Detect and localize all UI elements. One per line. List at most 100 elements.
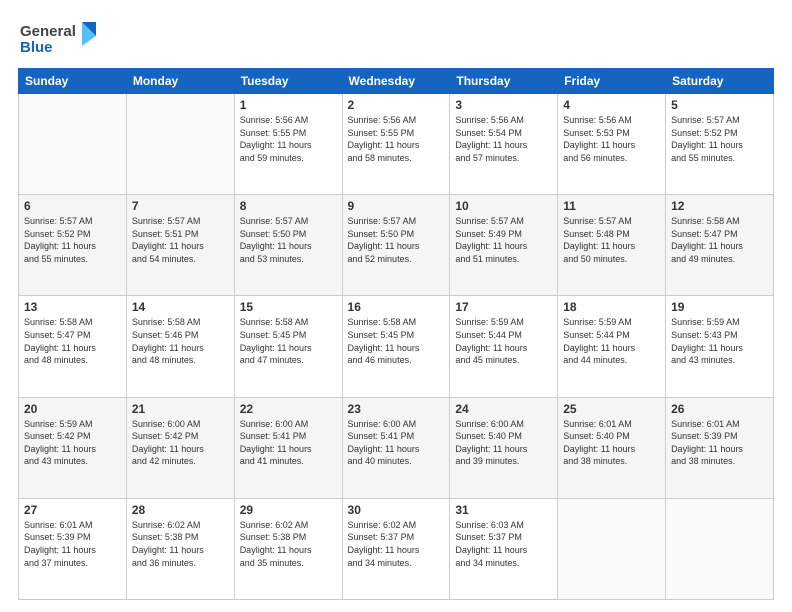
- logo: GeneralBlue: [18, 18, 98, 58]
- day-cell: 22 Sunrise: 6:00 AM Sunset: 5:41 PM Dayli…: [234, 397, 342, 498]
- day-number: 17: [455, 300, 552, 314]
- day-info: Sunrise: 5:57 AM Sunset: 5:50 PM Dayligh…: [348, 215, 445, 265]
- day-cell: 29 Sunrise: 6:02 AM Sunset: 5:38 PM Dayli…: [234, 498, 342, 599]
- day-cell: 26Sunrise: 6:01 AM Sunset: 5:39 PM Dayli…: [666, 397, 774, 498]
- day-info: Sunrise: 5:57 AM Sunset: 5:49 PM Dayligh…: [455, 215, 552, 265]
- day-number: 20: [24, 402, 121, 416]
- day-number: 5: [671, 98, 768, 112]
- week-row-1: 6 Sunrise: 5:57 AM Sunset: 5:52 PM Daylig…: [19, 195, 774, 296]
- day-cell: 17 Sunrise: 5:59 AM Sunset: 5:44 PM Dayli…: [450, 296, 558, 397]
- day-cell: 10 Sunrise: 5:57 AM Sunset: 5:49 PM Dayli…: [450, 195, 558, 296]
- day-cell: 4 Sunrise: 5:56 AM Sunset: 5:53 PM Daylig…: [558, 94, 666, 195]
- col-header-friday: Friday: [558, 69, 666, 94]
- day-number: 23: [348, 402, 445, 416]
- day-info: Sunrise: 6:01 AM Sunset: 5:39 PM Dayligh…: [24, 519, 121, 569]
- day-cell: 9 Sunrise: 5:57 AM Sunset: 5:50 PM Daylig…: [342, 195, 450, 296]
- day-number: 27: [24, 503, 121, 517]
- day-info: Sunrise: 5:57 AM Sunset: 5:52 PM Dayligh…: [671, 114, 768, 164]
- day-number: 6: [24, 199, 121, 213]
- day-number: 26: [671, 402, 768, 416]
- logo-svg: GeneralBlue: [18, 18, 98, 58]
- day-info: Sunrise: 5:57 AM Sunset: 5:48 PM Dayligh…: [563, 215, 660, 265]
- day-cell: 20Sunrise: 5:59 AM Sunset: 5:42 PM Dayli…: [19, 397, 127, 498]
- day-number: 16: [348, 300, 445, 314]
- week-row-2: 13 Sunrise: 5:58 AM Sunset: 5:47 PM Dayli…: [19, 296, 774, 397]
- day-cell: 31Sunrise: 6:03 AM Sunset: 5:37 PM Dayli…: [450, 498, 558, 599]
- col-header-thursday: Thursday: [450, 69, 558, 94]
- day-number: 30: [348, 503, 445, 517]
- day-info: Sunrise: 5:59 AM Sunset: 5:44 PM Dayligh…: [455, 316, 552, 366]
- week-row-3: 20Sunrise: 5:59 AM Sunset: 5:42 PM Dayli…: [19, 397, 774, 498]
- day-cell: 27 Sunrise: 6:01 AM Sunset: 5:39 PM Dayli…: [19, 498, 127, 599]
- day-number: 8: [240, 199, 337, 213]
- week-row-0: 1 Sunrise: 5:56 AM Sunset: 5:55 PM Daylig…: [19, 94, 774, 195]
- day-number: 1: [240, 98, 337, 112]
- day-number: 9: [348, 199, 445, 213]
- day-cell: 16 Sunrise: 5:58 AM Sunset: 5:45 PM Dayli…: [342, 296, 450, 397]
- day-info: Sunrise: 5:56 AM Sunset: 5:55 PM Dayligh…: [348, 114, 445, 164]
- day-number: 13: [24, 300, 121, 314]
- day-info: Sunrise: 6:00 AM Sunset: 5:42 PM Dayligh…: [132, 418, 229, 468]
- day-info: Sunrise: 6:00 AM Sunset: 5:41 PM Dayligh…: [348, 418, 445, 468]
- day-info: Sunrise: 5:58 AM Sunset: 5:45 PM Dayligh…: [240, 316, 337, 366]
- day-cell: 3Sunrise: 5:56 AM Sunset: 5:54 PM Daylig…: [450, 94, 558, 195]
- col-header-wednesday: Wednesday: [342, 69, 450, 94]
- day-number: 3: [455, 98, 552, 112]
- day-number: 28: [132, 503, 229, 517]
- day-info: Sunrise: 5:58 AM Sunset: 5:45 PM Dayligh…: [348, 316, 445, 366]
- day-number: 25: [563, 402, 660, 416]
- day-number: 22: [240, 402, 337, 416]
- day-info: Sunrise: 6:01 AM Sunset: 5:40 PM Dayligh…: [563, 418, 660, 468]
- day-info: Sunrise: 5:58 AM Sunset: 5:46 PM Dayligh…: [132, 316, 229, 366]
- day-cell: 25 Sunrise: 6:01 AM Sunset: 5:40 PM Dayli…: [558, 397, 666, 498]
- day-number: 31: [455, 503, 552, 517]
- day-number: 24: [455, 402, 552, 416]
- col-header-sunday: Sunday: [19, 69, 127, 94]
- day-info: Sunrise: 5:59 AM Sunset: 5:43 PM Dayligh…: [671, 316, 768, 366]
- day-info: Sunrise: 5:58 AM Sunset: 5:47 PM Dayligh…: [24, 316, 121, 366]
- day-number: 29: [240, 503, 337, 517]
- day-cell: 15 Sunrise: 5:58 AM Sunset: 5:45 PM Dayli…: [234, 296, 342, 397]
- day-cell: 1 Sunrise: 5:56 AM Sunset: 5:55 PM Daylig…: [234, 94, 342, 195]
- day-info: Sunrise: 6:02 AM Sunset: 5:38 PM Dayligh…: [240, 519, 337, 569]
- day-cell: 6 Sunrise: 5:57 AM Sunset: 5:52 PM Daylig…: [19, 195, 127, 296]
- day-number: 2: [348, 98, 445, 112]
- day-cell: 14 Sunrise: 5:58 AM Sunset: 5:46 PM Dayli…: [126, 296, 234, 397]
- day-cell: [19, 94, 127, 195]
- day-info: Sunrise: 5:56 AM Sunset: 5:55 PM Dayligh…: [240, 114, 337, 164]
- day-cell: 21 Sunrise: 6:00 AM Sunset: 5:42 PM Dayli…: [126, 397, 234, 498]
- day-cell: [666, 498, 774, 599]
- day-number: 12: [671, 199, 768, 213]
- col-header-monday: Monday: [126, 69, 234, 94]
- day-number: 21: [132, 402, 229, 416]
- day-info: Sunrise: 6:02 AM Sunset: 5:37 PM Dayligh…: [348, 519, 445, 569]
- calendar-table: SundayMondayTuesdayWednesdayThursdayFrid…: [18, 68, 774, 600]
- day-cell: 5 Sunrise: 5:57 AM Sunset: 5:52 PM Daylig…: [666, 94, 774, 195]
- col-header-saturday: Saturday: [666, 69, 774, 94]
- col-header-tuesday: Tuesday: [234, 69, 342, 94]
- page: GeneralBlue SundayMondayTuesdayWednesday…: [0, 0, 792, 612]
- calendar-header-row: SundayMondayTuesdayWednesdayThursdayFrid…: [19, 69, 774, 94]
- day-cell: 18Sunrise: 5:59 AM Sunset: 5:44 PM Dayli…: [558, 296, 666, 397]
- day-cell: 2 Sunrise: 5:56 AM Sunset: 5:55 PM Daylig…: [342, 94, 450, 195]
- day-number: 10: [455, 199, 552, 213]
- day-info: Sunrise: 5:56 AM Sunset: 5:53 PM Dayligh…: [563, 114, 660, 164]
- day-number: 15: [240, 300, 337, 314]
- day-cell: 28Sunrise: 6:02 AM Sunset: 5:38 PM Dayli…: [126, 498, 234, 599]
- day-cell: 13 Sunrise: 5:58 AM Sunset: 5:47 PM Dayli…: [19, 296, 127, 397]
- day-number: 18: [563, 300, 660, 314]
- day-info: Sunrise: 6:00 AM Sunset: 5:40 PM Dayligh…: [455, 418, 552, 468]
- day-info: Sunrise: 6:00 AM Sunset: 5:41 PM Dayligh…: [240, 418, 337, 468]
- svg-text:Blue: Blue: [20, 39, 53, 56]
- day-cell: 24 Sunrise: 6:00 AM Sunset: 5:40 PM Dayli…: [450, 397, 558, 498]
- day-info: Sunrise: 5:57 AM Sunset: 5:52 PM Dayligh…: [24, 215, 121, 265]
- day-cell: [558, 498, 666, 599]
- header: GeneralBlue: [18, 18, 774, 58]
- day-number: 14: [132, 300, 229, 314]
- day-cell: 30 Sunrise: 6:02 AM Sunset: 5:37 PM Dayli…: [342, 498, 450, 599]
- day-cell: 19 Sunrise: 5:59 AM Sunset: 5:43 PM Dayli…: [666, 296, 774, 397]
- day-number: 11: [563, 199, 660, 213]
- day-info: Sunrise: 5:58 AM Sunset: 5:47 PM Dayligh…: [671, 215, 768, 265]
- day-number: 4: [563, 98, 660, 112]
- day-number: 19: [671, 300, 768, 314]
